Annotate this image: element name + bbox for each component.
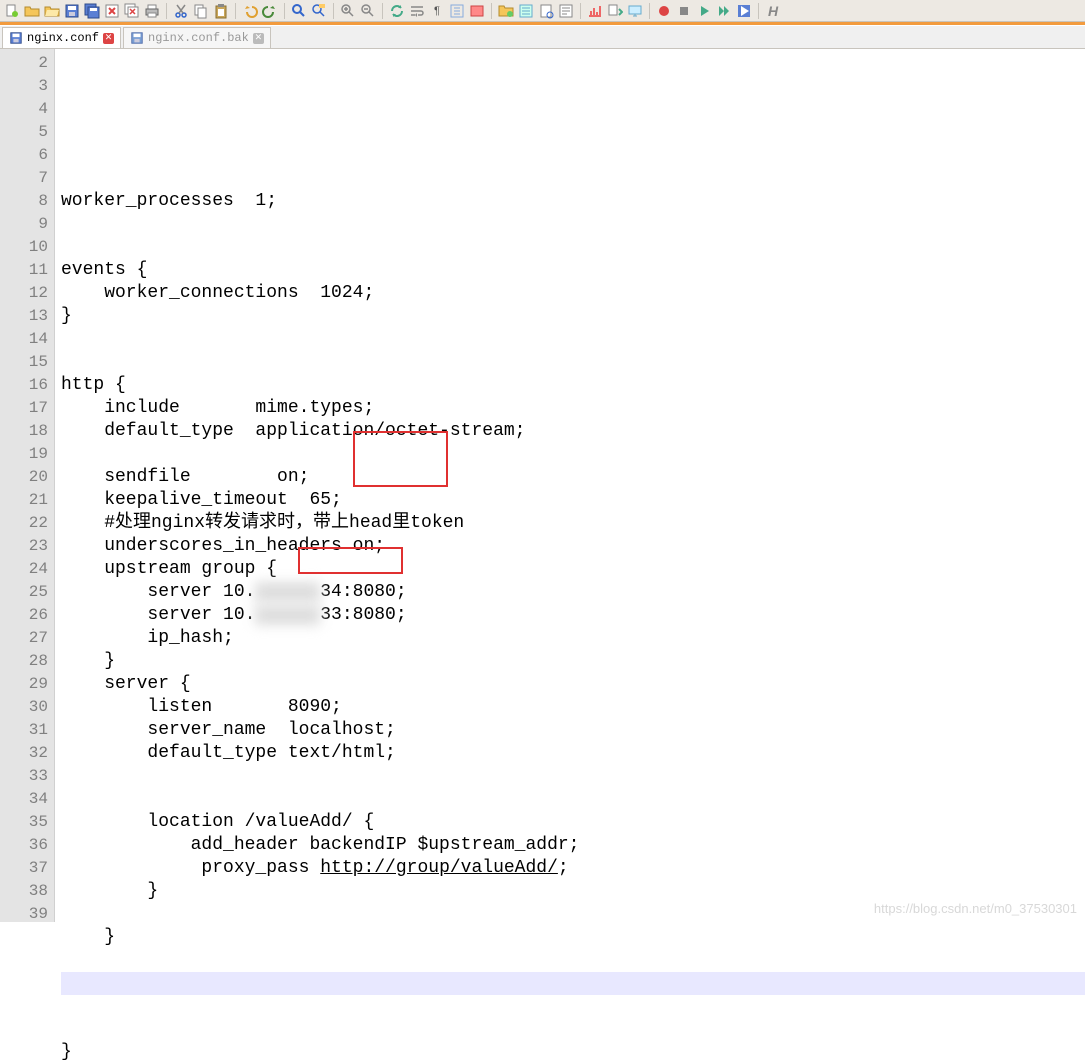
- tab-label: nginx.conf: [27, 31, 99, 45]
- editor-area: 2345678910111213141516171819202122232425…: [0, 49, 1085, 922]
- code-line: upstream group {: [61, 558, 1085, 581]
- print-icon[interactable]: [144, 3, 160, 19]
- whitespace-icon[interactable]: ¶: [429, 3, 445, 19]
- lang-icon[interactable]: [469, 3, 485, 19]
- code-line: }: [61, 305, 1085, 328]
- monitor-icon[interactable]: [627, 3, 643, 19]
- code-line: [61, 351, 1085, 374]
- open-folder-icon[interactable]: [24, 3, 40, 19]
- tab-label: nginx.conf.bak: [148, 31, 249, 45]
- redo-icon[interactable]: [262, 3, 278, 19]
- tab-nginx-conf[interactable]: nginx.conf ✕: [2, 27, 121, 48]
- replace-icon[interactable]: [311, 3, 327, 19]
- toolbar: ¶ H: [0, 0, 1085, 22]
- macro-fast-icon[interactable]: [716, 3, 732, 19]
- code-line: [61, 949, 1085, 972]
- code-line: server {: [61, 673, 1085, 696]
- code-line: }: [61, 880, 1085, 903]
- code-line: worker_processes 1;: [61, 190, 1085, 213]
- code-content[interactable]: worker_processes 1; events { worker_conne…: [55, 49, 1085, 922]
- code-line: [61, 765, 1085, 788]
- chart-icon[interactable]: [587, 3, 603, 19]
- code-line: server_name localhost;: [61, 719, 1085, 742]
- toolbar-separator: [580, 3, 581, 19]
- save-icon[interactable]: [64, 3, 80, 19]
- code-line: [61, 328, 1085, 351]
- code-line: default_type application/octet-stream;: [61, 420, 1085, 443]
- code-line: keepalive_timeout 65;: [61, 489, 1085, 512]
- zoom-in-icon[interactable]: [340, 3, 356, 19]
- open-icon[interactable]: [44, 3, 60, 19]
- code-line: [61, 995, 1085, 1018]
- code-line: [61, 1018, 1085, 1041]
- code-line: [61, 213, 1085, 236]
- watermark: https://blog.csdn.net/m0_37530301: [874, 901, 1077, 916]
- tab-bar: nginx.conf ✕ nginx.conf.bak ✕: [0, 26, 1085, 49]
- doc-switch-icon[interactable]: [607, 3, 623, 19]
- undo-icon[interactable]: [242, 3, 258, 19]
- macro-play-icon[interactable]: [696, 3, 712, 19]
- save-icon: [130, 31, 144, 45]
- macro-record-icon[interactable]: [656, 3, 672, 19]
- toolbar-separator: [649, 3, 650, 19]
- macro-save-icon[interactable]: [736, 3, 752, 19]
- indent-guide-icon[interactable]: [449, 3, 465, 19]
- toolbar-separator: [166, 3, 167, 19]
- code-line: listen 8090;: [61, 696, 1085, 719]
- italic-icon[interactable]: H: [765, 3, 781, 19]
- code-line: }: [61, 650, 1085, 673]
- new-file-icon[interactable]: [4, 3, 20, 19]
- toolbar-separator: [235, 3, 236, 19]
- wrap-icon[interactable]: [409, 3, 425, 19]
- save-all-icon[interactable]: [84, 3, 100, 19]
- code-line: }: [61, 926, 1085, 949]
- tab-nginx-conf-bak[interactable]: nginx.conf.bak ✕: [123, 27, 271, 48]
- code-line: [61, 236, 1085, 259]
- copy-icon[interactable]: [193, 3, 209, 19]
- code-line: default_type text/html;: [61, 742, 1085, 765]
- code-line: [61, 443, 1085, 466]
- find-icon[interactable]: [291, 3, 307, 19]
- code-line: [61, 788, 1085, 811]
- paste-icon[interactable]: [213, 3, 229, 19]
- code-line: }: [61, 1041, 1085, 1064]
- code-line: http {: [61, 374, 1085, 397]
- code-line: include mime.types;: [61, 397, 1085, 420]
- zoom-out-icon[interactable]: [360, 3, 376, 19]
- code-line: sendfile on;: [61, 466, 1085, 489]
- code-line: add_header backendIP $upstream_addr;: [61, 834, 1085, 857]
- code-line: underscores_in_headers on;: [61, 535, 1085, 558]
- toolbar-separator: [491, 3, 492, 19]
- toolbar-separator: [382, 3, 383, 19]
- sync-icon[interactable]: [389, 3, 405, 19]
- line-number-gutter: 2345678910111213141516171819202122232425…: [0, 49, 55, 922]
- cut-icon[interactable]: [173, 3, 189, 19]
- toolbar-separator: [284, 3, 285, 19]
- function-list-icon[interactable]: [518, 3, 534, 19]
- doc-map-icon[interactable]: [538, 3, 554, 19]
- code-line: proxy_pass http://group/valueAdd/;: [61, 857, 1085, 880]
- macro-stop-icon[interactable]: [676, 3, 692, 19]
- close-file-icon[interactable]: [104, 3, 120, 19]
- code-line: ip_hash;: [61, 627, 1085, 650]
- code-line: server 10.xxx.xx34:8080;: [61, 581, 1085, 604]
- close-all-icon[interactable]: [124, 3, 140, 19]
- doc-list-icon[interactable]: [558, 3, 574, 19]
- close-icon[interactable]: ✕: [253, 33, 264, 44]
- code-line: events {: [61, 259, 1085, 282]
- code-line: #处理nginx转发请求时，带上head里token: [61, 512, 1085, 535]
- toolbar-separator: [758, 3, 759, 19]
- code-line: location /valueAdd/ {: [61, 811, 1085, 834]
- code-line: [61, 972, 1085, 995]
- folder-tree-icon[interactable]: [498, 3, 514, 19]
- save-icon: [9, 31, 23, 45]
- toolbar-separator: [333, 3, 334, 19]
- code-line: worker_connections 1024;: [61, 282, 1085, 305]
- code-line: server 10.xxx.xx33:8080;: [61, 604, 1085, 627]
- close-icon[interactable]: ✕: [103, 33, 114, 44]
